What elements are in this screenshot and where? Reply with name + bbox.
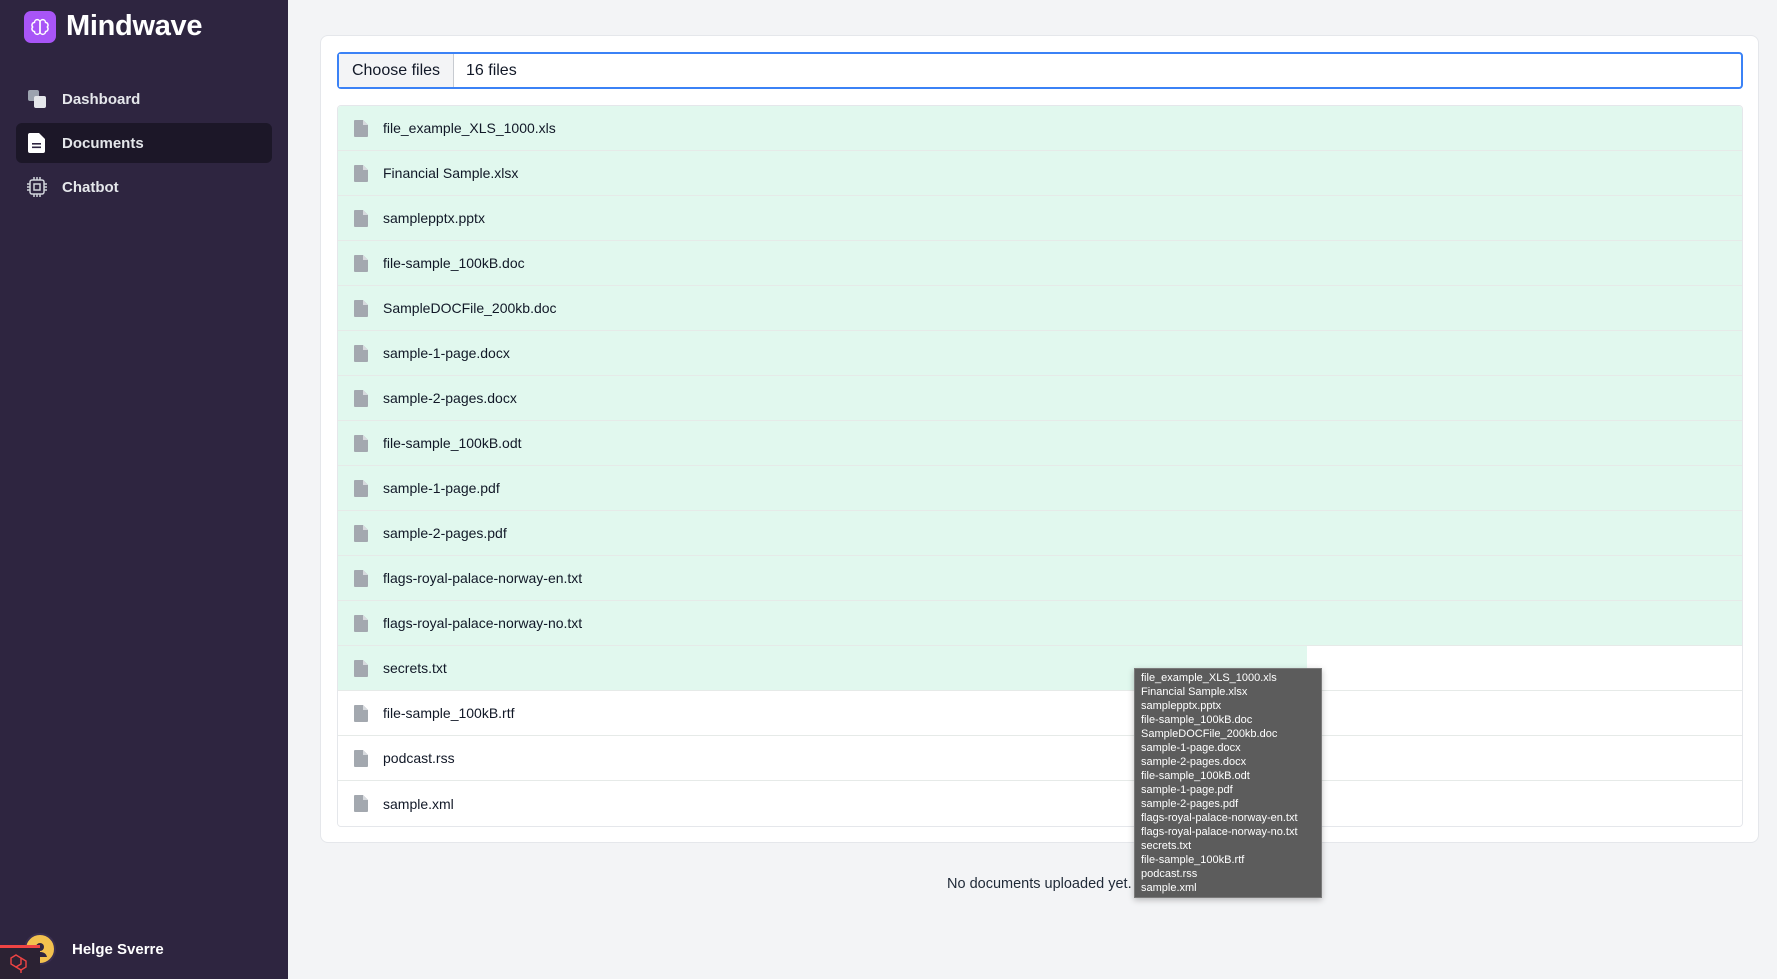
file-row: sample-1-page.docx (338, 331, 1742, 376)
file-name: sample-2-pages.pdf (383, 525, 507, 541)
file-icon (354, 299, 368, 317)
file-row: secrets.txt (338, 646, 1742, 691)
upload-card: Choose files 16 files file_example_XLS_1… (320, 35, 1759, 843)
file-icon (354, 164, 368, 182)
file-row: file-sample_100kB.odt (338, 421, 1742, 466)
file-name: podcast.rss (383, 750, 455, 766)
file-name: file_example_XLS_1000.xls (383, 120, 556, 136)
sidebar-item-label: Dashboard (62, 90, 141, 108)
file-name: file-sample_100kB.odt (383, 435, 522, 451)
tooltip-line: sample-1-page.pdf (1141, 784, 1233, 796)
file-name: samplepptx.pptx (383, 210, 485, 226)
tooltip-line: file-sample_100kB.rtf (1141, 854, 1245, 866)
tooltip-line: samplepptx.pptx (1141, 700, 1222, 712)
file-name: SampleDOCFile_200kb.doc (383, 300, 557, 316)
file-row: samplepptx.pptx (338, 196, 1742, 241)
file-icon (354, 479, 368, 497)
file-row: sample-2-pages.docx (338, 376, 1742, 421)
file-name: flags-royal-palace-norway-en.txt (383, 570, 583, 586)
file-name: Financial Sample.xlsx (383, 165, 519, 181)
file-name: secrets.txt (383, 660, 447, 676)
file-name: sample-2-pages.docx (383, 390, 517, 406)
file-name: file-sample_100kB.rtf (383, 705, 515, 721)
upload-progress-bar (338, 421, 1742, 465)
file-name: sample-1-page.docx (383, 345, 510, 361)
tooltip-line: Financial Sample.xlsx (1141, 686, 1248, 698)
file-name: flags-royal-palace-norway-no.txt (383, 615, 583, 631)
tooltip-line: secrets.txt (1141, 840, 1192, 852)
tooltip-line: flags-royal-palace-norway-no.txt (1141, 826, 1298, 838)
upload-progress-bar (338, 196, 1742, 240)
file-icon (354, 209, 368, 227)
app-name: Mindwave (66, 10, 203, 42)
tooltip-line: flags-royal-palace-norway-en.txt (1141, 812, 1298, 824)
file-icon (354, 119, 368, 137)
debug-toolbar-icon[interactable] (0, 945, 40, 979)
file-icon (354, 254, 368, 272)
file-icon (354, 614, 368, 632)
file-list-tooltip: file_example_XLS_1000.xls Financial Sampl… (1134, 668, 1322, 898)
file-icon (354, 389, 368, 407)
upload-progress-bar (338, 241, 1742, 285)
user-name: Helge Sverre (72, 940, 164, 958)
file-row: SampleDOCFile_200kb.doc (338, 286, 1742, 331)
chip-icon (26, 176, 48, 198)
file-icon (354, 524, 368, 542)
tooltip-line: file_example_XLS_1000.xls (1141, 672, 1277, 684)
empty-state-message: No documents uploaded yet. (947, 876, 1132, 892)
file-icon (354, 344, 368, 362)
file-row: file-sample_100kB.doc (338, 241, 1742, 286)
sidebar-item-dashboard[interactable]: Dashboard (16, 79, 272, 119)
file-row: sample.xml (338, 781, 1742, 826)
upload-progress-bar (338, 511, 1742, 555)
tooltip-line: SampleDOCFile_200kb.doc (1141, 728, 1278, 740)
file-row: Financial Sample.xlsx (338, 151, 1742, 196)
file-row: file_example_XLS_1000.xls (338, 106, 1742, 151)
tooltip-line: sample-1-page.docx (1141, 742, 1241, 754)
tooltip-line: podcast.rss (1141, 868, 1198, 880)
upload-file-list: file_example_XLS_1000.xls Financial Sampl… (337, 105, 1743, 827)
upload-progress-bar (338, 466, 1742, 510)
tooltip-line: sample.xml (1141, 882, 1197, 894)
upload-progress-bar (338, 331, 1742, 375)
tooltip-line: sample-2-pages.pdf (1141, 798, 1239, 810)
file-row: sample-2-pages.pdf (338, 511, 1742, 556)
sidebar-item-chatbot[interactable]: Chatbot (16, 167, 272, 207)
brand[interactable]: Mindwave (24, 10, 202, 43)
sidebar: Mindwave Dashboard Documents Chatbot Hel… (0, 0, 288, 979)
file-icon (354, 704, 368, 722)
file-icon (354, 659, 368, 677)
document-icon (26, 132, 48, 154)
sidebar-item-label: Chatbot (62, 178, 119, 196)
sidebar-nav: Dashboard Documents Chatbot (16, 79, 272, 211)
tooltip-line: file-sample_100kB.odt (1141, 770, 1250, 782)
upload-progress-bar (338, 151, 1742, 195)
file-icon (354, 749, 368, 767)
file-icon (354, 795, 368, 812)
brain-logo-icon (24, 10, 56, 43)
file-row: flags-royal-palace-norway-en.txt (338, 556, 1742, 601)
file-name: sample.xml (383, 795, 454, 812)
choose-files-button[interactable]: Choose files (339, 54, 454, 87)
file-row: file-sample_100kB.rtf (338, 691, 1742, 736)
dashboard-icon (26, 88, 48, 110)
sidebar-item-label: Documents (62, 134, 144, 152)
sidebar-item-documents[interactable]: Documents (16, 123, 272, 163)
file-icon (354, 569, 368, 587)
file-name: sample-1-page.pdf (383, 480, 500, 496)
file-name: file-sample_100kB.doc (383, 255, 525, 271)
file-input[interactable]: Choose files 16 files (337, 52, 1743, 89)
upload-progress-bar (338, 376, 1742, 420)
file-row: podcast.rss (338, 736, 1742, 781)
file-row: flags-royal-palace-norway-no.txt (338, 601, 1742, 646)
tooltip-line: sample-2-pages.docx (1141, 756, 1247, 768)
tooltip-line: file-sample_100kB.doc (1141, 714, 1253, 726)
user-profile[interactable]: Helge Sverre (24, 933, 164, 965)
selected-file-count: 16 files (466, 61, 517, 79)
file-icon (354, 434, 368, 452)
file-row: sample-1-page.pdf (338, 466, 1742, 511)
